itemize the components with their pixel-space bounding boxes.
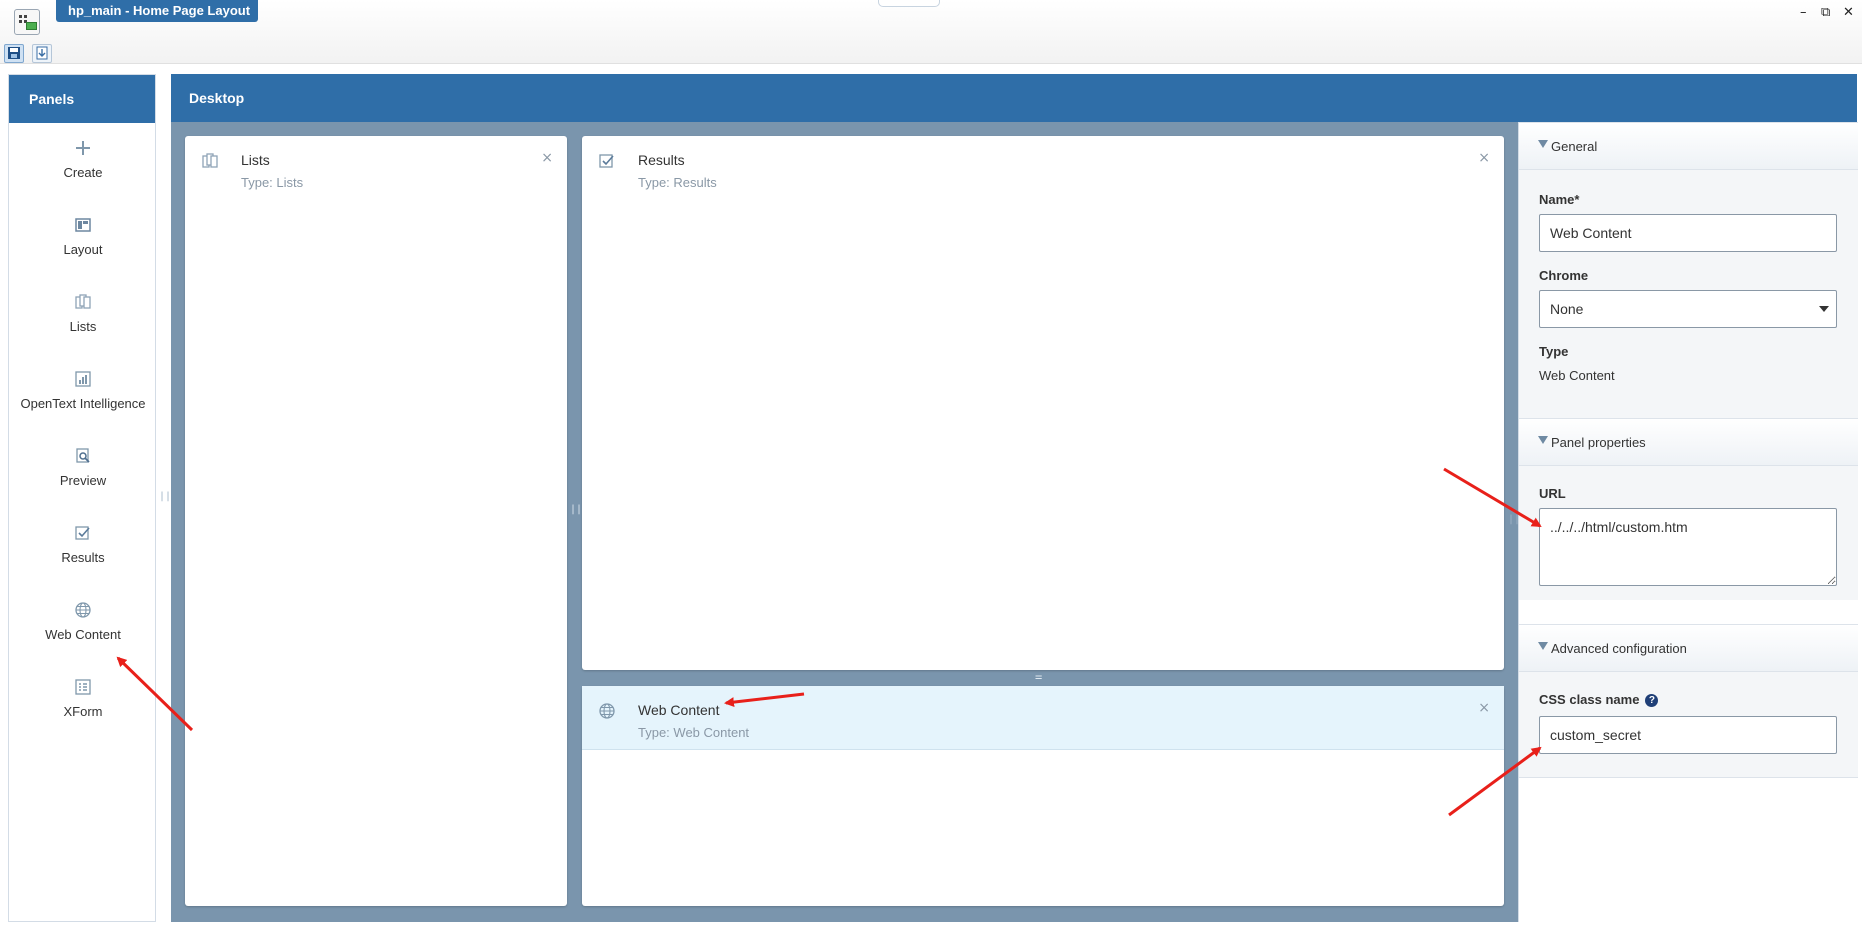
close-icon[interactable]: × [541,150,553,166]
panel-item-create[interactable]: Create [9,139,157,180]
properties-panel: General Name* Chrome None Type Web Conte… [1518,122,1858,922]
card-type: Type: Web Content [638,725,750,740]
sidebar-splitter[interactable]: || [159,491,171,502]
card-type: Type: Results [638,175,717,190]
minimize-icon[interactable]: – [1800,6,1807,20]
chrome-select[interactable]: None [1539,290,1837,328]
plus-icon [74,139,92,157]
collapse-triangle-icon [1538,642,1548,650]
panel-item-xform[interactable]: XForm [9,678,157,719]
preview-icon [74,447,92,465]
panel-item-results[interactable]: Results [9,524,157,565]
panel-item-label: Web Content [45,627,121,642]
type-value: Web Content [1539,368,1615,383]
panel-item-label: Results [61,550,105,565]
card-title: Results [638,152,685,168]
window-title: hp_main - Home Page Layout [56,0,258,22]
panel-item-label: Layout [63,242,103,257]
card-title: Lists [241,152,270,168]
collapse-triangle-icon [1538,436,1548,444]
card-type: Type: Lists [241,175,304,190]
name-input[interactable] [1539,214,1837,252]
save-icon [8,47,20,59]
lists-icon [74,293,92,311]
css-class-label-text: CSS class name [1539,692,1640,707]
panel-item-lists[interactable]: Lists [9,293,157,334]
panel-item-label: Preview [59,473,107,488]
card-header: Lists Type: Lists × [185,136,567,200]
panel-item-label: XForm [63,704,103,719]
card-header: Web Content Type: Web Content × [582,686,1504,750]
general-body: Name* Chrome None Type Web Content [1519,170,1858,418]
row-splitter[interactable]: = [1035,670,1042,684]
css-class-label: CSS class name? [1539,692,1659,707]
help-icon[interactable]: ? [1645,694,1659,707]
app-icon [14,9,40,35]
panel-item-preview[interactable]: Preview [9,447,157,488]
panel-item-label: Create [63,165,103,180]
panels-sidebar: Panels Create Layout Lists OpenText Inte… [8,74,171,922]
xform-icon [74,678,92,696]
chrome-label: Chrome [1539,268,1589,283]
close-icon[interactable]: × [1478,150,1490,166]
results-icon [74,524,92,542]
panel-card-results[interactable]: Results Type: Results × [582,136,1504,670]
results-icon [598,152,616,170]
panel-properties-body: URL ../../../html/custom.htm [1519,466,1858,600]
panel-item-label: Lists [69,319,97,334]
globe-icon [598,702,616,720]
url-label: URL [1539,486,1566,501]
collapse-triangle-icon [1538,140,1548,148]
export-button[interactable] [32,44,52,63]
title-bar: hp_main - Home Page Layout – ⧉ ✕ [0,0,1862,64]
lists-icon [201,152,219,170]
name-label: Name* [1539,192,1580,207]
card-title: Web Content [638,702,720,718]
advanced-body: CSS class name? [1519,672,1858,778]
panel-card-lists[interactable]: Lists Type: Lists × [185,136,567,906]
panel-item-web-content[interactable]: Web Content [9,601,157,642]
panel-card-web-content[interactable]: Web Content Type: Web Content × [582,686,1504,906]
panel-item-label: OpenText Intelligence [20,396,146,411]
chevron-down-icon [1819,306,1829,312]
close-icon[interactable]: × [1478,700,1490,716]
export-icon [36,46,48,60]
panel-item-layout[interactable]: Layout [9,216,157,257]
section-advanced-configuration[interactable]: Advanced configuration [1519,624,1858,672]
card-header: Results Type: Results × [582,136,1504,200]
css-class-input[interactable] [1539,716,1837,754]
type-label: Type [1539,344,1569,359]
panels-header: Panels [9,75,155,123]
section-panel-properties[interactable]: Panel properties [1519,418,1858,466]
layout-icon [74,216,92,234]
chart-icon [74,370,92,388]
globe-icon [74,601,92,619]
restore-icon[interactable]: ⧉ [1821,6,1830,20]
section-title: General [1551,139,1598,154]
collapse-handle[interactable] [878,0,940,7]
section-general[interactable]: General [1519,122,1858,170]
column-splitter[interactable]: || [570,504,582,515]
section-title: Panel properties [1551,435,1646,450]
save-button[interactable] [4,44,24,63]
url-textarea[interactable]: ../../../html/custom.htm [1539,508,1837,586]
section-title: Advanced configuration [1551,641,1687,656]
desktop-header: Desktop [171,74,1857,122]
panel-item-opentext-intelligence[interactable]: OpenText Intelligence [9,370,157,411]
close-icon[interactable]: ✕ [1843,6,1854,20]
